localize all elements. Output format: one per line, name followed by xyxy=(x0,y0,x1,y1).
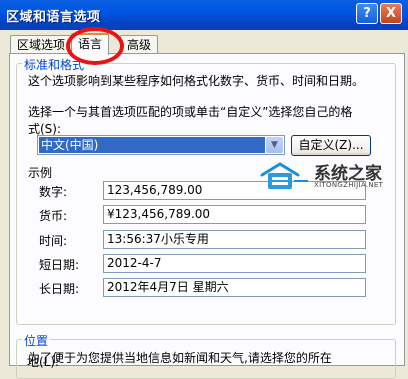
tab-regional-options[interactable]: 区域选项 xyxy=(10,35,73,55)
location-description-2: 地(L): xyxy=(27,355,60,369)
tab-advanced[interactable]: 高级 xyxy=(120,35,159,55)
locale-select[interactable]: 中文(中国) ▼ xyxy=(37,135,285,155)
standards-description: 这个选项影响到某些程序如何格式化数字、货币、时间和日期。 xyxy=(28,74,365,88)
sample-short-date-label: 短日期: xyxy=(39,258,80,272)
sample-long-date-label: 长日期: xyxy=(39,282,80,296)
tab-languages[interactable]: 语言 xyxy=(71,33,110,55)
watermark: 系统之家 XITONGZHIJIA.NET xyxy=(258,157,408,195)
tab-label: 区域选项 xyxy=(17,38,66,52)
sample-currency-label: 货币: xyxy=(39,209,68,223)
sample-currency-value: ¥123,456,789.00 xyxy=(103,205,366,224)
sample-time-label: 时间: xyxy=(39,234,68,248)
location-description-1: 为了便于为您提供当地信息如新闻和天气,请选择您的所在 xyxy=(28,351,332,365)
close-button[interactable]: X xyxy=(380,3,402,24)
help-button[interactable]: ? xyxy=(356,3,378,24)
dialog-body: 区域选项 语言 高级 标准和格式 这个选项影响到某些程序如何格式化数字、货币、时… xyxy=(0,27,408,379)
sample-number-label: 数字: xyxy=(39,185,68,199)
customize-button[interactable]: 自定义(Z)... xyxy=(291,135,371,156)
chevron-down-icon[interactable]: ▼ xyxy=(266,137,283,153)
title-bar[interactable]: 区域和语言选项 ? X xyxy=(0,0,408,30)
tab-label: 高级 xyxy=(127,38,152,52)
sample-short-date-value: 2012-4-7 xyxy=(103,254,366,273)
sample-long-date-value: 2012年4月7日 星期六 xyxy=(103,278,366,297)
watermark-url: XITONGZHIJIA.NET xyxy=(314,181,384,189)
tab-label: 语言 xyxy=(78,37,103,51)
samples-label: 示例 xyxy=(28,166,53,180)
house-logo-icon xyxy=(260,162,308,189)
sample-time-value: 13:56:37小乐专用 xyxy=(103,230,366,249)
location-legend: 位置 xyxy=(22,332,51,349)
window-title: 区域和语言选项 xyxy=(6,10,101,25)
standards-instruction-1: 选择一个与其首选项匹配的项或单击“自定义”选择您自己的格 xyxy=(28,105,353,119)
standards-legend: 标准和格式 xyxy=(22,56,87,73)
locale-selected-value: 中文(中国) xyxy=(39,137,265,153)
